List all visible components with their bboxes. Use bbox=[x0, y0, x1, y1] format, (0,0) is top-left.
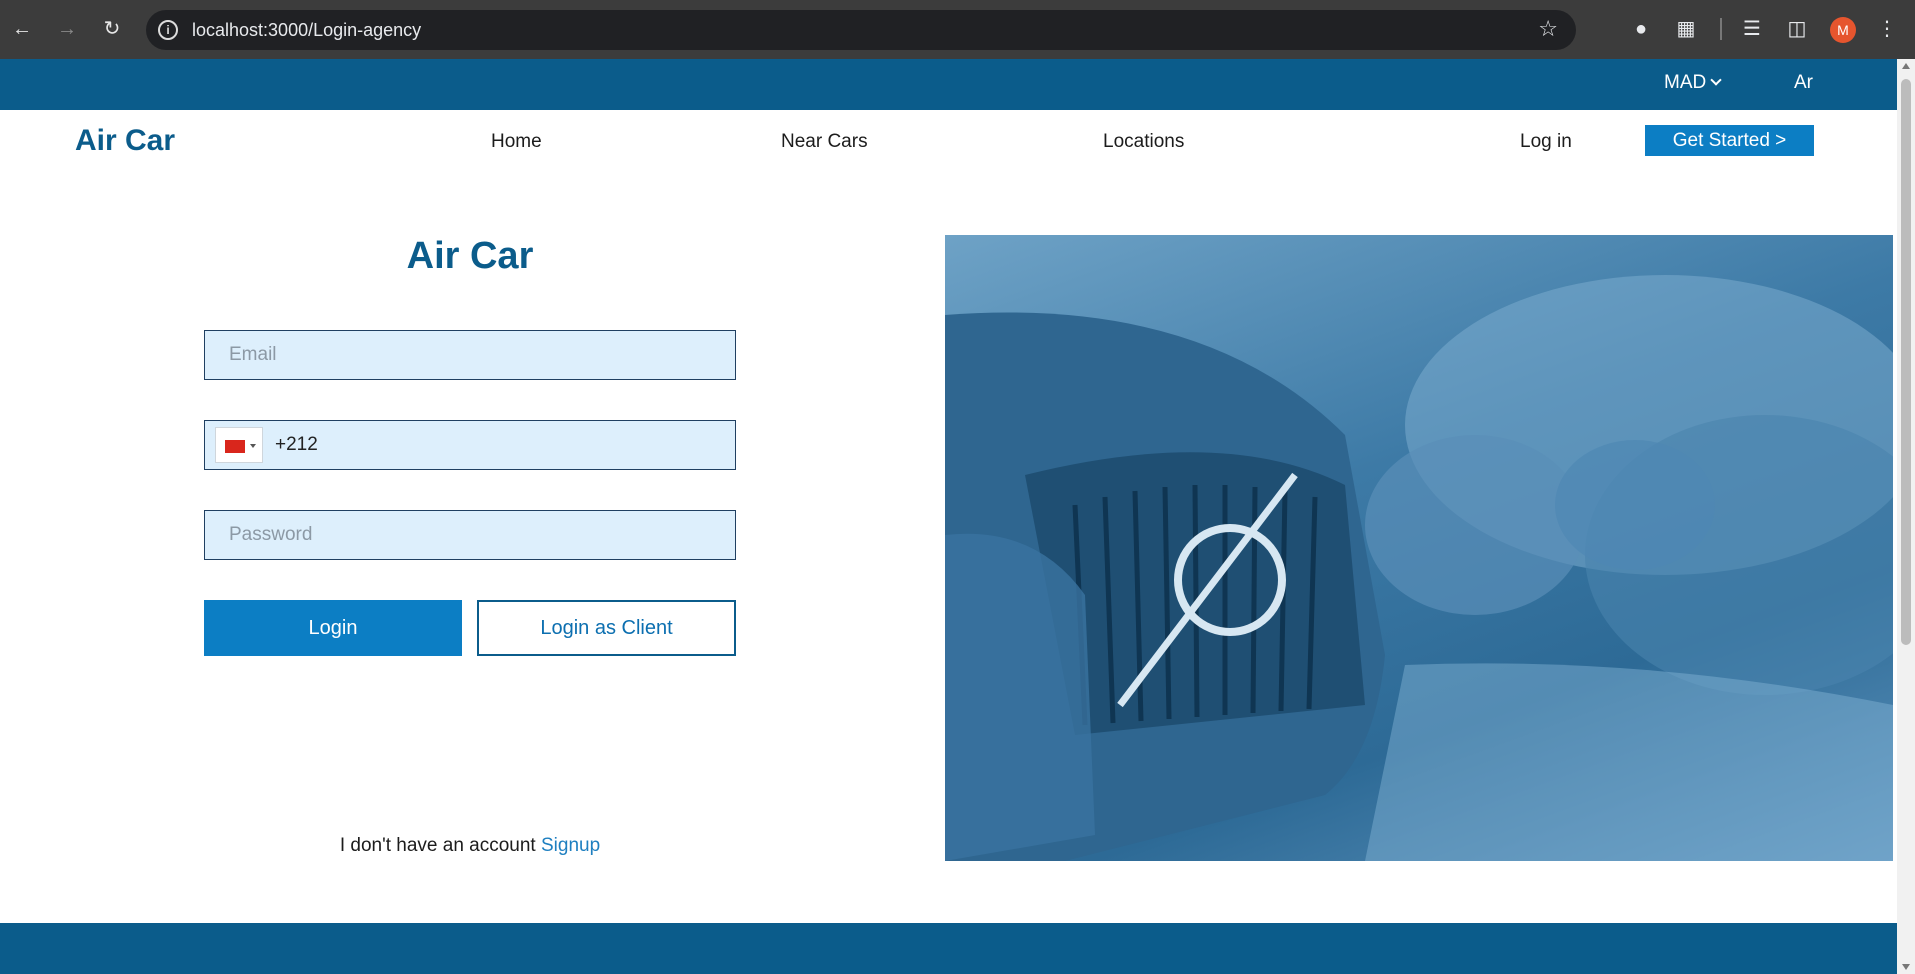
get-started-button[interactable]: Get Started > bbox=[1645, 125, 1814, 156]
signup-prompt: I don't have an account Signup bbox=[204, 835, 736, 857]
forward-icon[interactable]: → bbox=[56, 14, 78, 44]
country-code-selector[interactable] bbox=[215, 427, 263, 463]
nav-link-near-cars[interactable]: Near Cars bbox=[781, 131, 868, 153]
page-footer bbox=[0, 923, 1897, 974]
main-navbar: Air Car Home Near Cars Locations Log in … bbox=[0, 110, 1897, 174]
page-viewport: MAD Ar Air Car Home Near Cars Locations … bbox=[0, 59, 1897, 974]
login-button[interactable]: Login bbox=[204, 600, 462, 656]
scrollbar-thumb[interactable] bbox=[1901, 79, 1911, 645]
email-input[interactable] bbox=[229, 331, 709, 378]
bookmark-star-icon[interactable]: ☆ bbox=[1538, 16, 1558, 42]
extensions-puzzle-icon[interactable]: ▦ bbox=[1673, 16, 1699, 42]
nav-link-locations[interactable]: Locations bbox=[1103, 131, 1184, 153]
caret-down-icon bbox=[250, 444, 256, 448]
top-utility-bar: MAD Ar bbox=[0, 59, 1897, 110]
back-icon[interactable]: ← bbox=[11, 14, 33, 44]
extension-circle-icon[interactable]: ● bbox=[1628, 16, 1654, 42]
form-title: Air Car bbox=[406, 235, 534, 277]
signup-prompt-text: I don't have an account bbox=[339, 835, 536, 856]
nav-link-home[interactable]: Home bbox=[491, 131, 542, 153]
address-bar[interactable]: i localhost:3000/Login-agency ☆ bbox=[146, 10, 1576, 50]
browser-menu-icon[interactable]: ⋮ bbox=[1874, 16, 1900, 42]
password-field[interactable] bbox=[204, 510, 736, 560]
browser-toolbar: ← → ↻ i localhost:3000/Login-agency ☆ ● … bbox=[0, 0, 1915, 59]
signup-link[interactable]: Signup bbox=[541, 835, 600, 856]
toolbar-divider bbox=[1720, 18, 1722, 40]
password-input[interactable] bbox=[229, 511, 709, 558]
phone-input[interactable] bbox=[275, 421, 715, 468]
url-text[interactable]: localhost:3000/Login-agency bbox=[192, 20, 421, 41]
scroll-up-icon[interactable] bbox=[1902, 63, 1910, 69]
scroll-down-icon[interactable] bbox=[1902, 964, 1910, 970]
side-panel-icon[interactable]: ◫ bbox=[1784, 16, 1810, 42]
currency-selector[interactable]: MAD bbox=[1664, 72, 1722, 94]
login-as-client-button[interactable]: Login as Client bbox=[477, 600, 736, 656]
nav-link-login[interactable]: Log in bbox=[1520, 131, 1572, 153]
language-switch[interactable]: Ar bbox=[1794, 72, 1813, 94]
reading-list-icon[interactable]: ☰ bbox=[1739, 16, 1765, 42]
currency-label: MAD bbox=[1664, 72, 1707, 93]
reload-icon[interactable]: ↻ bbox=[101, 14, 123, 44]
page-scrollbar[interactable] bbox=[1897, 59, 1915, 974]
morocco-flag-icon bbox=[225, 440, 245, 453]
brand-logo[interactable]: Air Car bbox=[75, 124, 175, 158]
phone-field[interactable] bbox=[204, 420, 736, 470]
car-grille-illustration bbox=[945, 275, 1893, 861]
chevron-down-icon bbox=[1710, 74, 1722, 86]
hero-car-image bbox=[945, 235, 1893, 861]
profile-avatar[interactable]: M bbox=[1830, 17, 1856, 43]
site-info-icon[interactable]: i bbox=[158, 20, 178, 40]
email-field[interactable] bbox=[204, 330, 736, 380]
